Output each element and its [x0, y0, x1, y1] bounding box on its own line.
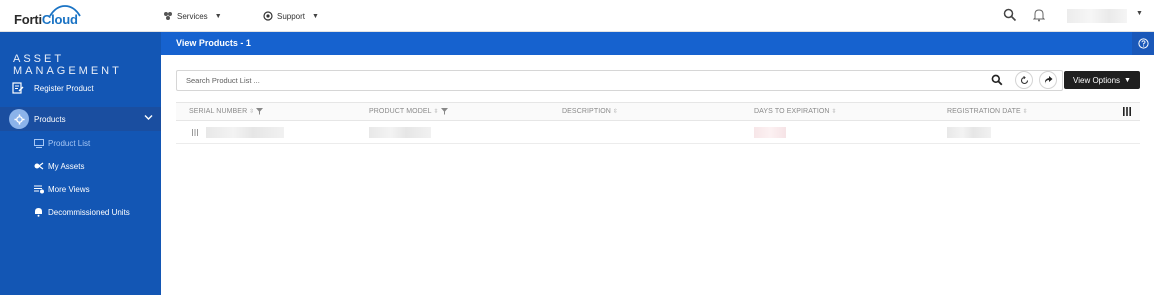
refresh-icon — [1020, 75, 1028, 84]
sidebar-item-label: Product List — [48, 138, 91, 148]
logo-text-forti: Forti — [14, 12, 42, 27]
support-menu[interactable]: Support ▼ — [263, 0, 319, 32]
column-label: SERIAL NUMBER — [189, 108, 248, 115]
sort-icon[interactable]: ⇳ — [832, 108, 837, 115]
chevron-down-icon — [144, 114, 153, 123]
caret-down-icon[interactable]: ▼ — [1136, 10, 1143, 17]
table-header: SERIAL NUMBER ⇳ PRODUCT MODEL ⇳ DESCRIPT… — [176, 102, 1140, 121]
redacted-serial-number — [206, 127, 284, 138]
column-label: DESCRIPTION — [562, 108, 611, 115]
sidebar-item-product-list[interactable]: Product List — [0, 133, 161, 153]
product-search-input[interactable] — [178, 72, 978, 89]
sidebar-item-label: Decommissioned Units — [48, 207, 130, 217]
sidebar-item-label: My Assets — [48, 161, 85, 171]
view-options-label: View Options — [1073, 75, 1121, 85]
views-icon — [34, 184, 45, 194]
sort-icon[interactable]: ⇳ — [434, 108, 439, 115]
column-label: REGISTRATION DATE — [947, 108, 1021, 115]
notification-bell-icon[interactable] — [1032, 8, 1046, 24]
page-title: View Products - 1 — [176, 38, 251, 48]
column-settings-icon[interactable] — [1123, 107, 1131, 118]
column-header-product-model[interactable]: PRODUCT MODEL ⇳ — [369, 108, 448, 115]
sort-icon[interactable]: ⇳ — [613, 108, 618, 115]
filter-icon[interactable] — [440, 108, 448, 115]
support-label: Support — [277, 11, 306, 21]
sidebar-item-label: Products — [34, 114, 66, 124]
table-row[interactable] — [176, 121, 1140, 144]
redacted-days-to-expiration — [754, 127, 786, 138]
help-icon — [1137, 38, 1149, 49]
services-icon — [163, 11, 173, 21]
column-label: DAYS TO EXPIRATION — [754, 108, 830, 115]
register-icon — [12, 82, 24, 94]
caret-down-icon: ▼ — [1124, 76, 1131, 84]
content-header: View Products - 1 — [161, 32, 1154, 55]
redacted-product-model — [369, 127, 431, 138]
sidebar: ASSET MANAGEMENT Register Product Produc… — [0, 32, 161, 295]
column-label: PRODUCT MODEL — [369, 108, 432, 115]
top-bar: FortiCloud Services ▼ Support ▼ ▼ — [0, 0, 1154, 32]
refresh-button[interactable] — [1015, 71, 1033, 89]
view-options-button[interactable]: View Options ▼ — [1064, 71, 1140, 89]
products-icon — [9, 109, 29, 129]
sidebar-item-register-product[interactable]: Register Product — [0, 76, 161, 100]
sort-icon[interactable]: ⇳ — [249, 108, 254, 115]
row-drag-handle-icon[interactable] — [192, 129, 198, 138]
sidebar-item-more-views[interactable]: More Views — [0, 179, 161, 199]
list-icon — [34, 138, 44, 148]
user-account[interactable] — [1067, 9, 1127, 23]
column-header-description[interactable]: DESCRIPTION ⇳ — [562, 108, 618, 115]
global-search-icon[interactable] — [1003, 8, 1017, 24]
sidebar-item-decommissioned-units[interactable]: Decommissioned Units — [0, 202, 161, 222]
logo-text-cloud: Cloud — [41, 12, 78, 27]
column-header-days-to-expiration[interactable]: DAYS TO EXPIRATION ⇳ — [754, 108, 837, 115]
share-button[interactable] — [1039, 71, 1057, 89]
forticloud-logo[interactable]: FortiCloud — [14, 5, 82, 27]
sidebar-item-label: Register Product — [34, 83, 94, 93]
redacted-registration-date — [947, 127, 991, 138]
services-label: Services — [177, 11, 208, 21]
sort-icon[interactable]: ⇳ — [1023, 108, 1028, 115]
sidebar-item-label: More Views — [48, 184, 90, 194]
help-button[interactable] — [1132, 32, 1154, 55]
sidebar-item-products[interactable]: Products — [0, 107, 161, 131]
sidebar-item-my-assets[interactable]: My Assets — [0, 156, 161, 176]
search-icon[interactable] — [991, 74, 1003, 88]
product-search-bar — [176, 70, 1063, 91]
bell-icon — [34, 207, 43, 217]
services-menu[interactable]: Services ▼ — [163, 0, 222, 32]
column-header-registration-date[interactable]: REGISTRATION DATE ⇳ — [947, 108, 1028, 115]
filter-icon[interactable] — [256, 108, 264, 115]
support-icon — [263, 11, 273, 21]
caret-down-icon: ▼ — [214, 12, 222, 20]
sidebar-title: ASSET MANAGEMENT — [13, 53, 122, 77]
column-header-serial-number[interactable]: SERIAL NUMBER ⇳ — [189, 108, 264, 115]
assets-icon — [34, 162, 44, 171]
caret-down-icon: ▼ — [312, 12, 319, 20]
share-arrow-icon — [1044, 75, 1052, 84]
logo-text: FortiCloud — [14, 12, 78, 27]
